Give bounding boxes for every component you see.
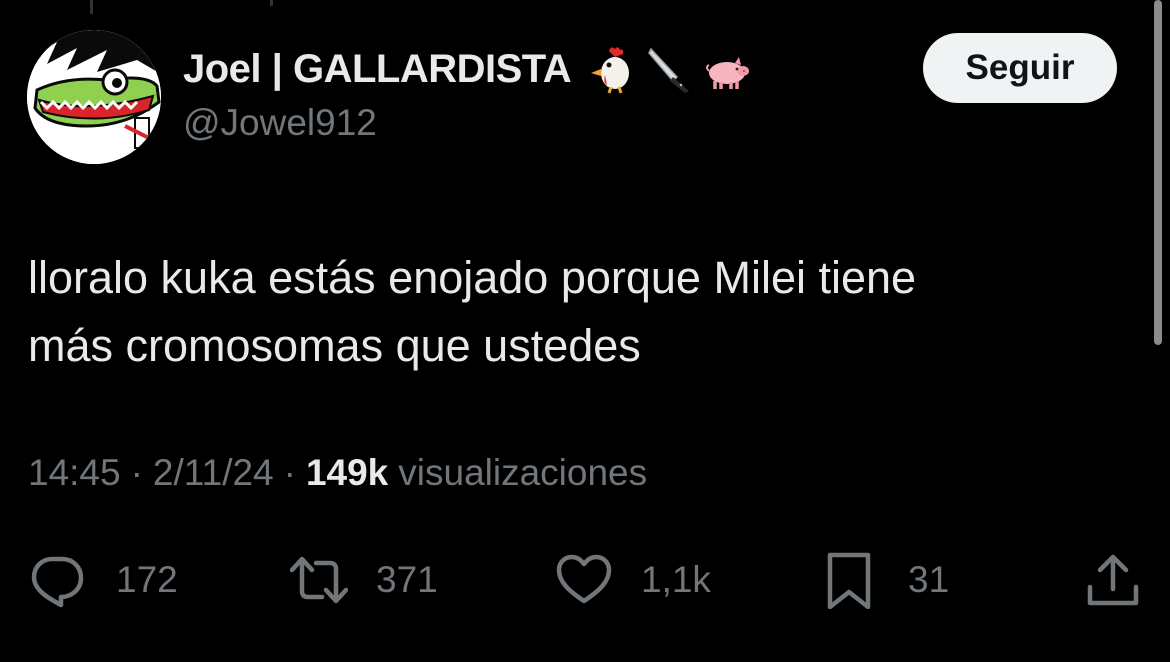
tweet-date[interactable]: 2/11/24: [153, 452, 274, 494]
views-count: 149k: [305, 452, 389, 493]
reply-button[interactable]: 172: [28, 548, 178, 612]
like-icon: [555, 551, 613, 609]
tweet-meta: 14:45 · 2/11/24 · 149k visualizaciones: [28, 452, 647, 494]
reply-count: 172: [116, 559, 178, 600]
meta-separator-2: ·: [283, 452, 296, 493]
share-button[interactable]: [1084, 548, 1142, 612]
avatar[interactable]: [27, 30, 161, 164]
display-name[interactable]: Joel | GALLARDISTA: [183, 47, 572, 92]
share-icon: [1084, 551, 1142, 609]
author-handle[interactable]: @Jowel912: [183, 102, 377, 144]
repost-icon: [290, 551, 348, 609]
tweet-time[interactable]: 14:45: [28, 452, 121, 494]
divider-fragment: [270, 0, 273, 6]
views-label: visualizaciones: [398, 452, 648, 493]
knife-emoji: [643, 43, 695, 95]
avatar-image: [27, 30, 161, 164]
tweet-text: lloralo kuka estás enojado porque Milei …: [28, 252, 917, 371]
pig-emoji: [701, 43, 753, 95]
action-bar: 172 371 1,1k 31: [0, 548, 1170, 612]
scrollbar[interactable]: [1154, 0, 1162, 345]
follow-button[interactable]: Seguir: [923, 33, 1117, 103]
bookmark-count: 31: [908, 559, 950, 600]
rooster-emoji: [585, 43, 637, 95]
repost-count: 371: [376, 559, 438, 600]
bookmark-button[interactable]: 31: [822, 548, 949, 612]
thread-line: [90, 0, 93, 14]
like-count: 1,1k: [641, 559, 711, 600]
like-button[interactable]: 1,1k: [555, 548, 711, 612]
author-name-row[interactable]: Joel | GALLARDISTA: [183, 42, 753, 96]
repost-button[interactable]: 371: [290, 548, 438, 612]
reply-icon: [28, 551, 86, 609]
meta-separator: ·: [130, 452, 143, 493]
bookmark-icon: [822, 551, 880, 609]
